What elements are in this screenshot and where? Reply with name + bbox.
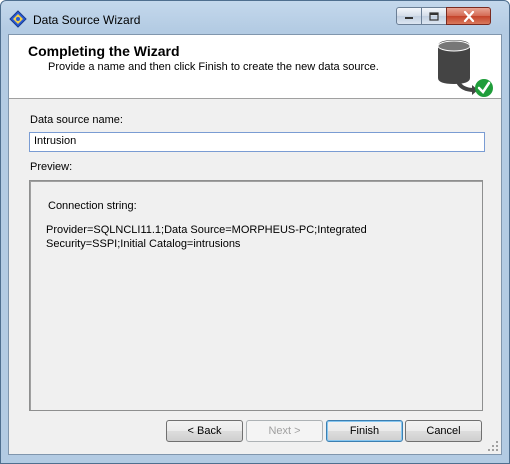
preview-label: Preview: xyxy=(30,161,73,173)
maximize-button[interactable] xyxy=(421,7,447,25)
maximize-icon xyxy=(429,11,439,21)
minimize-icon xyxy=(405,17,413,19)
page-title: Completing the Wizard xyxy=(28,43,180,59)
page-subtitle: Provide a name and then click Finish to … xyxy=(48,61,379,73)
back-button[interactable]: < Back xyxy=(166,420,243,442)
minimize-button[interactable] xyxy=(396,7,422,25)
close-button[interactable] xyxy=(446,7,491,25)
window-title: Data Source Wizard xyxy=(33,13,141,27)
resize-grip-icon[interactable] xyxy=(487,440,499,452)
wizard-window: Data Source Wizard Completing the Wizard… xyxy=(0,0,510,464)
wizard-diamond-icon xyxy=(9,10,27,28)
finish-button[interactable]: Finish xyxy=(326,420,403,442)
wizard-header: Completing the Wizard Provide a name and… xyxy=(9,35,501,99)
title-bar[interactable]: Data Source Wizard xyxy=(1,1,509,34)
connection-string-value: Provider=SQLNCLI11.1;Data Source=MORPHEU… xyxy=(46,224,367,250)
next-button[interactable]: Next > xyxy=(246,420,323,442)
data-source-name-input[interactable]: Intrusion xyxy=(29,132,485,152)
cancel-button[interactable]: Cancel xyxy=(405,420,482,442)
close-icon xyxy=(463,10,474,22)
connection-string-label: Connection string: xyxy=(48,200,137,212)
preview-panel: Connection string: Provider=SQLNCLI11.1;… xyxy=(29,180,483,411)
name-label: Data source name: xyxy=(30,114,123,126)
wizard-client-area: Completing the Wizard Provide a name and… xyxy=(8,34,502,455)
database-check-icon xyxy=(437,40,493,97)
